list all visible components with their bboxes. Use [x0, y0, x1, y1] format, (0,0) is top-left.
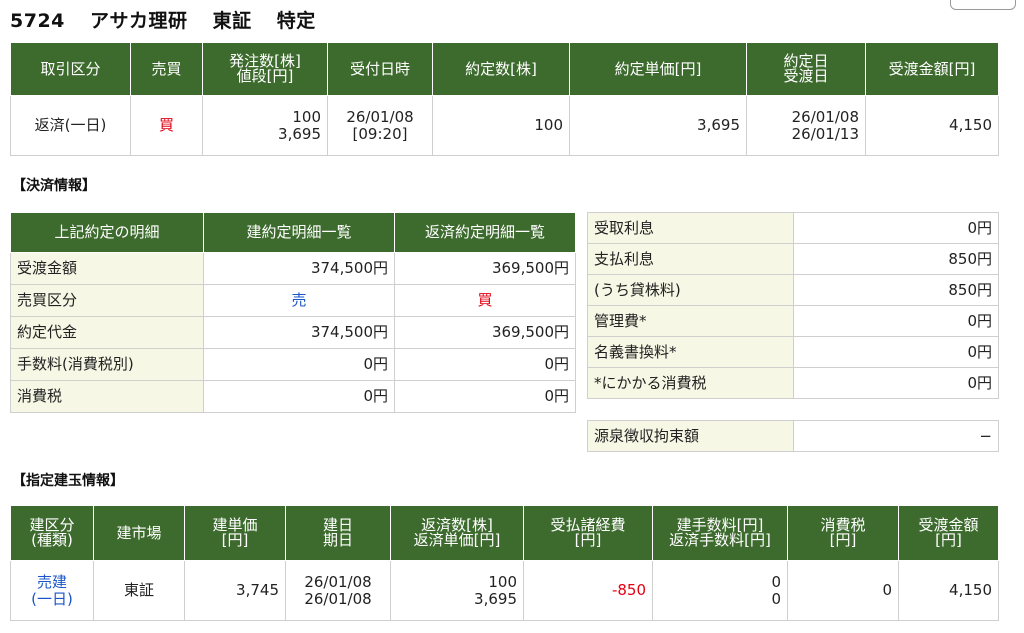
col-expenses: 受払諸経費 [円] [523, 505, 653, 561]
settlement-row: 約定代金 374,500円 369,500円 [10, 316, 576, 349]
col-fees: 建手数料[円] 返済手数料[円] [652, 505, 788, 561]
trade-amount: 4,150 [865, 95, 999, 156]
col-dates: 約定日 受渡日 [746, 42, 866, 96]
positions-section-title: 【指定建玉情報】 [12, 473, 124, 489]
interest-row: *にかかる消費税 0円 [587, 367, 999, 399]
settlement-row: 消費税 0円 0円 [10, 380, 576, 413]
market-name: 東証 [212, 10, 252, 32]
trade-dates: 26/01/08 26/01/13 [746, 95, 866, 156]
settlement-row: 売買区分 売 買 [10, 284, 576, 317]
position-row: 売建 (一日) 東証 3,745 26/01/08 26/01/08 100 3,69… [10, 560, 999, 621]
interest-table: 受取利息 0円 支払利息 850円 (うち貸株料) 850円 管理費* 0円 名… [587, 212, 999, 399]
col-open-price: 建単価 [円] [184, 505, 286, 561]
interest-row: 名義書換料* 0円 [587, 336, 999, 368]
trade-kubun: 返済(一日) [10, 95, 131, 156]
interest-row: (うち貸株料) 850円 [587, 274, 999, 306]
trade-side: 買 [130, 95, 203, 156]
trade-table: 取引区分 売買 発注数[株] 値段[円] 受付日時 約定数[株] 約定単価[円] … [10, 42, 999, 156]
col-side: 売買 [130, 42, 203, 96]
col-open-list[interactable]: 建約定明細一覧 [203, 212, 395, 253]
top-right-button[interactable] [950, 0, 1016, 10]
col-qty-price: 発注数[株] 値段[円] [202, 42, 328, 96]
stock-name: アサカ理研 [90, 10, 188, 32]
col-exec-qty: 約定数[株] [432, 42, 570, 96]
settlement-section-title: 【決済情報】 [12, 178, 96, 194]
col-close-list[interactable]: 返済約定明細一覧 [394, 212, 576, 253]
col-exec-price: 約定単価[円] [569, 42, 747, 96]
trade-qty-price: 100 3,695 [202, 95, 328, 156]
page-title: 5724 アサカ理研 東証 特定 [10, 6, 334, 33]
col-detail: 上記約定の明細 [10, 212, 204, 253]
col-tax: 消費税 [円] [787, 505, 899, 561]
trade-exec-qty: 100 [432, 95, 570, 156]
account-type: 特定 [276, 10, 316, 32]
col-kubun: 取引区分 [10, 42, 131, 96]
interest-row: 管理費* 0円 [587, 305, 999, 337]
col-position-market: 建市場 [93, 505, 185, 561]
trade-row: 返済(一日) 買 100 3,695 26/01/08 [09:20] 100 3,… [10, 95, 999, 156]
interest-row: 支払利息 850円 [587, 243, 999, 275]
position-type-link[interactable]: 売建 (一日) [10, 560, 94, 621]
col-position-amount: 受渡金額 [円] [898, 505, 999, 561]
stock-code: 5724 [10, 10, 65, 32]
col-received: 受付日時 [327, 42, 433, 96]
trade-exec-price: 3,695 [569, 95, 747, 156]
col-position-type: 建区分 (種類) [10, 505, 94, 561]
settlement-row: 受渡金額 374,500円 369,500円 [10, 252, 576, 285]
settlement-table: 上記約定の明細 建約定明細一覧 返済約定明細一覧 受渡金額 374,500円 3… [10, 212, 576, 413]
col-open-date: 建日 期日 [285, 505, 391, 561]
settlement-row: 手数料(消費税別) 0円 0円 [10, 348, 576, 381]
withholding-table: 源泉徴収拘束額 − [587, 420, 999, 452]
positions-table: 建区分 (種類) 建市場 建単価 [円] 建日 期日 返済数[株] 返済単価[円] 受払… [10, 505, 999, 621]
trade-received: 26/01/08 [09:20] [327, 95, 433, 156]
interest-row: 受取利息 0円 [587, 212, 999, 244]
col-repay: 返済数[株] 返済単価[円] [390, 505, 524, 561]
withholding-value: − [793, 420, 999, 452]
withholding-label: 源泉徴収拘束額 [587, 420, 794, 452]
col-amount: 受渡金額[円] [865, 42, 999, 96]
